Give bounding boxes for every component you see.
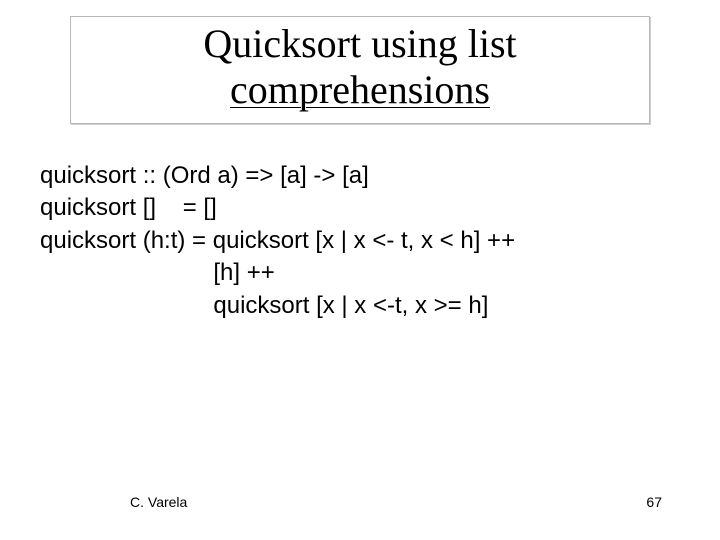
title-line-2: comprehensions	[230, 67, 490, 112]
footer-page-number: 67	[646, 494, 662, 510]
code-line-1: quicksort :: (Ord a) => [a] -> [a]	[40, 162, 369, 189]
footer-author: C. Varela	[130, 494, 187, 510]
slide: Quicksort using list comprehensions quic…	[0, 0, 720, 540]
code-block: quicksort :: (Ord a) => [a] -> [a] quick…	[40, 160, 515, 322]
code-line-4: [h] ++	[40, 259, 275, 286]
code-line-5: quicksort [x | x <-t, x >= h]	[40, 292, 488, 319]
code-line-2: quicksort [] = []	[40, 194, 217, 221]
slide-title: Quicksort using list comprehensions	[81, 21, 639, 113]
title-line-1: Quicksort using list	[203, 21, 516, 66]
code-line-3: quicksort (h:t) = quicksort [x | x <- t,…	[40, 227, 515, 254]
slide-title-box: Quicksort using list comprehensions	[70, 16, 650, 124]
